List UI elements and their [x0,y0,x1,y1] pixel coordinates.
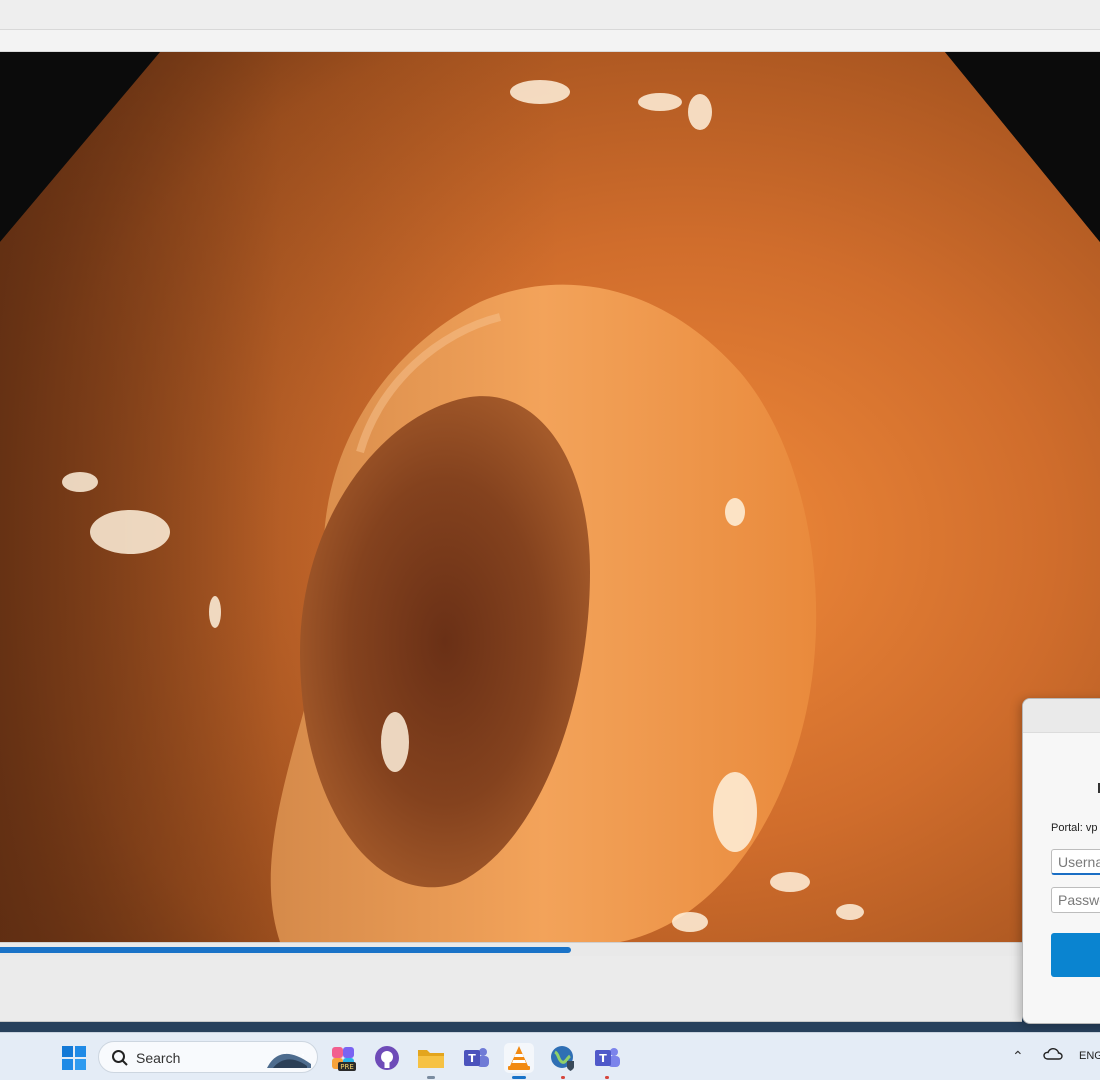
password-input[interactable] [1051,887,1100,913]
taskbar-teams-classic[interactable]: T [592,1043,622,1079]
portal-label: Portal: vp [1051,822,1098,834]
window-menu-bar[interactable] [0,30,1100,52]
teams-icon: T [464,1048,489,1067]
copilot-icon: PRE [332,1047,356,1071]
start-button[interactable] [59,1043,89,1073]
dialog-title-bar[interactable] [1023,699,1100,733]
taskbar-file-explorer[interactable] [416,1043,446,1079]
taskbar-github[interactable] [372,1043,402,1073]
sign-in-button[interactable] [1051,933,1100,977]
player-control-bar [0,956,1022,1022]
teams-classic-icon: T [595,1048,620,1067]
notification-indicator [561,1076,565,1079]
show-hidden-icons-chevron-icon[interactable]: ⌃ [1012,1048,1024,1065]
taskbar-copilot[interactable]: PRE [328,1043,358,1073]
desktop: Portal: vp Search [0,0,1100,1080]
search-label: Search [136,1050,181,1066]
taskbar-teams[interactable]: T [461,1043,491,1073]
active-indicator [512,1076,526,1079]
onedrive-cloud-icon[interactable] [1043,1047,1063,1061]
seek-bar[interactable] [0,942,1022,956]
file-explorer-icon [418,1050,444,1068]
running-indicator [427,1076,435,1079]
taskbar-vpn[interactable] [548,1043,578,1079]
video-viewport[interactable] [0,52,1100,942]
window-title-bar[interactable] [0,0,1100,30]
search-highlight-icon [267,1050,311,1068]
username-input[interactable] [1051,849,1100,875]
language-indicator[interactable]: ENG [1079,1050,1100,1062]
search-icon [112,1050,128,1066]
vpn-login-dialog: Portal: vp [1022,698,1100,1024]
github-icon [375,1046,399,1070]
notification-indicator [605,1076,609,1079]
windows-start-icon [62,1046,86,1070]
taskbar-vlc[interactable] [504,1043,534,1079]
taskbar: Search PRE T T ⌃ ENG [0,1032,1100,1080]
svg-text:T: T [599,1052,607,1065]
vlc-icon [508,1046,530,1070]
vpn-globe-icon [551,1046,574,1071]
video-frame [0,52,1100,942]
taskbar-search[interactable]: Search [98,1041,318,1073]
desktop-wallpaper [0,1022,1100,1032]
seek-bar-progress [0,947,572,953]
svg-text:PRE: PRE [340,1063,354,1071]
svg-text:T: T [468,1052,476,1065]
